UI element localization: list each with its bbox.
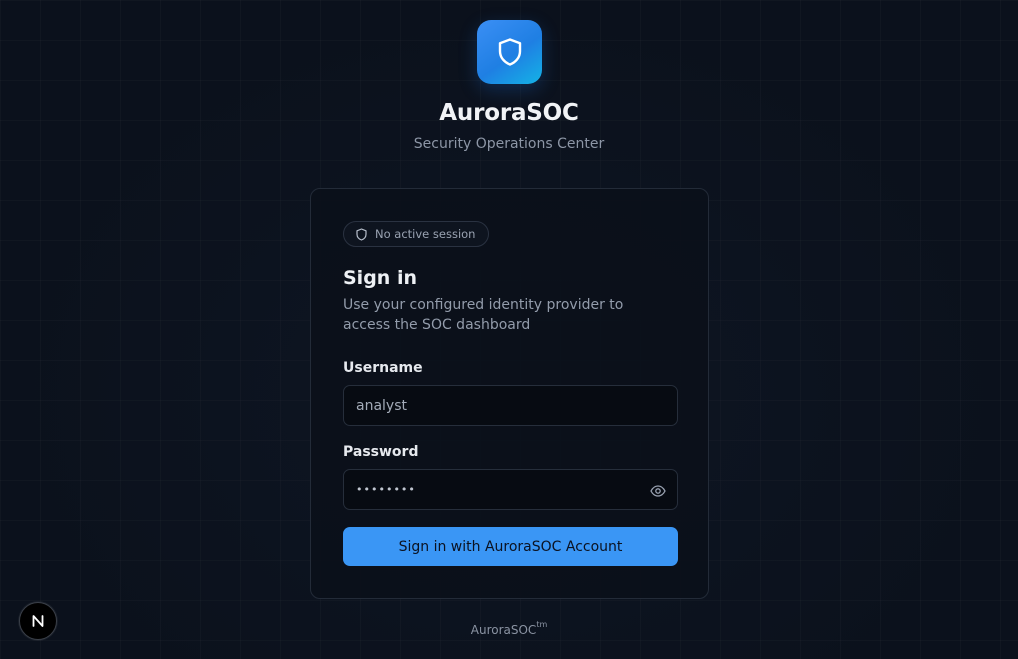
username-label: Username	[343, 360, 423, 376]
shield-outline-icon	[356, 227, 367, 241]
footer-brand: AuroraSOC	[470, 623, 537, 637]
password-label: Password	[343, 444, 419, 460]
password-field-wrapper	[343, 469, 678, 510]
brand-logo	[477, 20, 542, 84]
brand-subtitle: Security Operations Center	[413, 136, 605, 152]
shield-icon	[498, 38, 521, 66]
session-status-badge: No active session	[343, 221, 490, 247]
nextjs-devtools-button[interactable]	[19, 602, 57, 640]
show-password-toggle[interactable]	[649, 482, 666, 499]
brand-title: AuroraSOC	[439, 100, 579, 126]
card-title: Sign in	[343, 267, 417, 289]
card-description: Use your configured identity provider to…	[343, 297, 624, 333]
username-input[interactable]	[344, 386, 677, 425]
footer: AuroraSOCtm	[0, 620, 1018, 637]
signin-card: No active session Sign in Use your confi…	[310, 188, 709, 599]
nextjs-logo-icon	[32, 615, 44, 627]
eye-icon	[649, 484, 666, 497]
password-input[interactable]	[344, 470, 677, 509]
session-status-text: No active session	[375, 227, 476, 241]
trademark-mark: tm	[536, 620, 548, 629]
signin-button[interactable]: Sign in with AuroraSOC Account	[343, 527, 678, 566]
username-field-wrapper	[343, 385, 678, 426]
